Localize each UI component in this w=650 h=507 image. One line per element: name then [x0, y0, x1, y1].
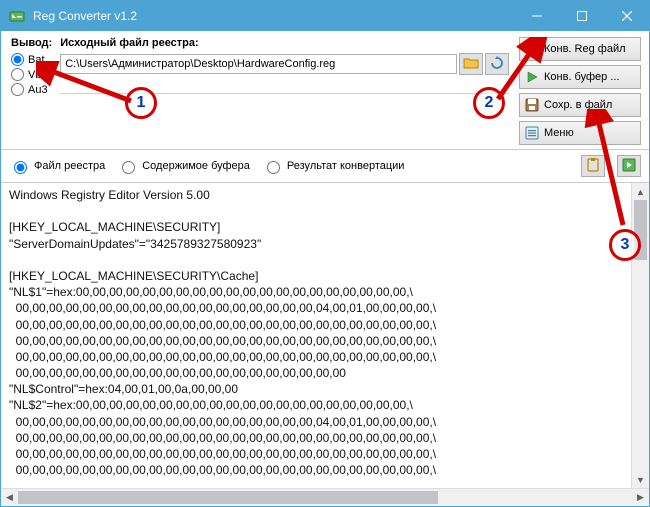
folder-icon — [463, 56, 479, 73]
copy-button[interactable] — [581, 155, 605, 177]
scroll-left-icon[interactable]: ◀ — [1, 489, 18, 506]
titlebar[interactable]: Reg Converter v1.2 — [1, 1, 649, 31]
clipboard-icon — [586, 158, 600, 175]
save-to-file-button[interactable]: Сохр. в файл — [519, 93, 641, 117]
run-icon — [622, 158, 636, 175]
open-file-button[interactable] — [459, 53, 483, 75]
menu-button[interactable]: Меню — [519, 121, 641, 145]
refresh-button[interactable] — [485, 53, 509, 75]
refresh-icon — [490, 56, 504, 73]
radio-vbs[interactable]: Vbs — [11, 68, 52, 81]
radio-view-result[interactable]: Результат конвертации — [262, 158, 405, 174]
minimize-button[interactable] — [514, 1, 559, 31]
scroll-right-icon[interactable]: ▶ — [632, 489, 649, 506]
radio-au3[interactable]: Au3 — [11, 83, 52, 96]
scroll-down-icon[interactable]: ▼ — [632, 471, 649, 488]
scroll-thumb[interactable] — [634, 200, 647, 260]
window-title: Reg Converter v1.2 — [33, 9, 514, 23]
convert-reg-button[interactable]: Конв. Reg файл — [519, 37, 641, 61]
source-label: Исходный файл реестра: — [60, 37, 509, 49]
scroll-up-icon[interactable]: ▲ — [632, 183, 649, 200]
radio-bat[interactable]: Bat — [11, 53, 52, 66]
radio-view-file[interactable]: Файл реестра — [9, 158, 105, 174]
output-label: Вывод: — [11, 37, 52, 49]
close-button[interactable] — [604, 1, 649, 31]
menu-icon — [524, 125, 540, 141]
run-button[interactable] — [617, 155, 641, 177]
vertical-scrollbar[interactable]: ▲ ▼ — [631, 183, 649, 488]
source-path-input[interactable] — [60, 54, 457, 74]
radio-view-buffer[interactable]: Содержимое буфера — [117, 158, 250, 174]
app-icon — [9, 8, 25, 24]
horizontal-scrollbar[interactable]: ◀ ▶ — [1, 488, 649, 506]
save-icon — [524, 97, 540, 113]
play-icon — [524, 69, 540, 85]
registry-text-view[interactable]: Windows Registry Editor Version 5.00 [HK… — [1, 183, 631, 488]
hscroll-thumb[interactable] — [18, 491, 438, 504]
play-icon — [524, 41, 540, 57]
convert-buffer-button[interactable]: Конв. буфер ... — [519, 65, 641, 89]
maximize-button[interactable] — [559, 1, 604, 31]
divider — [60, 93, 509, 94]
